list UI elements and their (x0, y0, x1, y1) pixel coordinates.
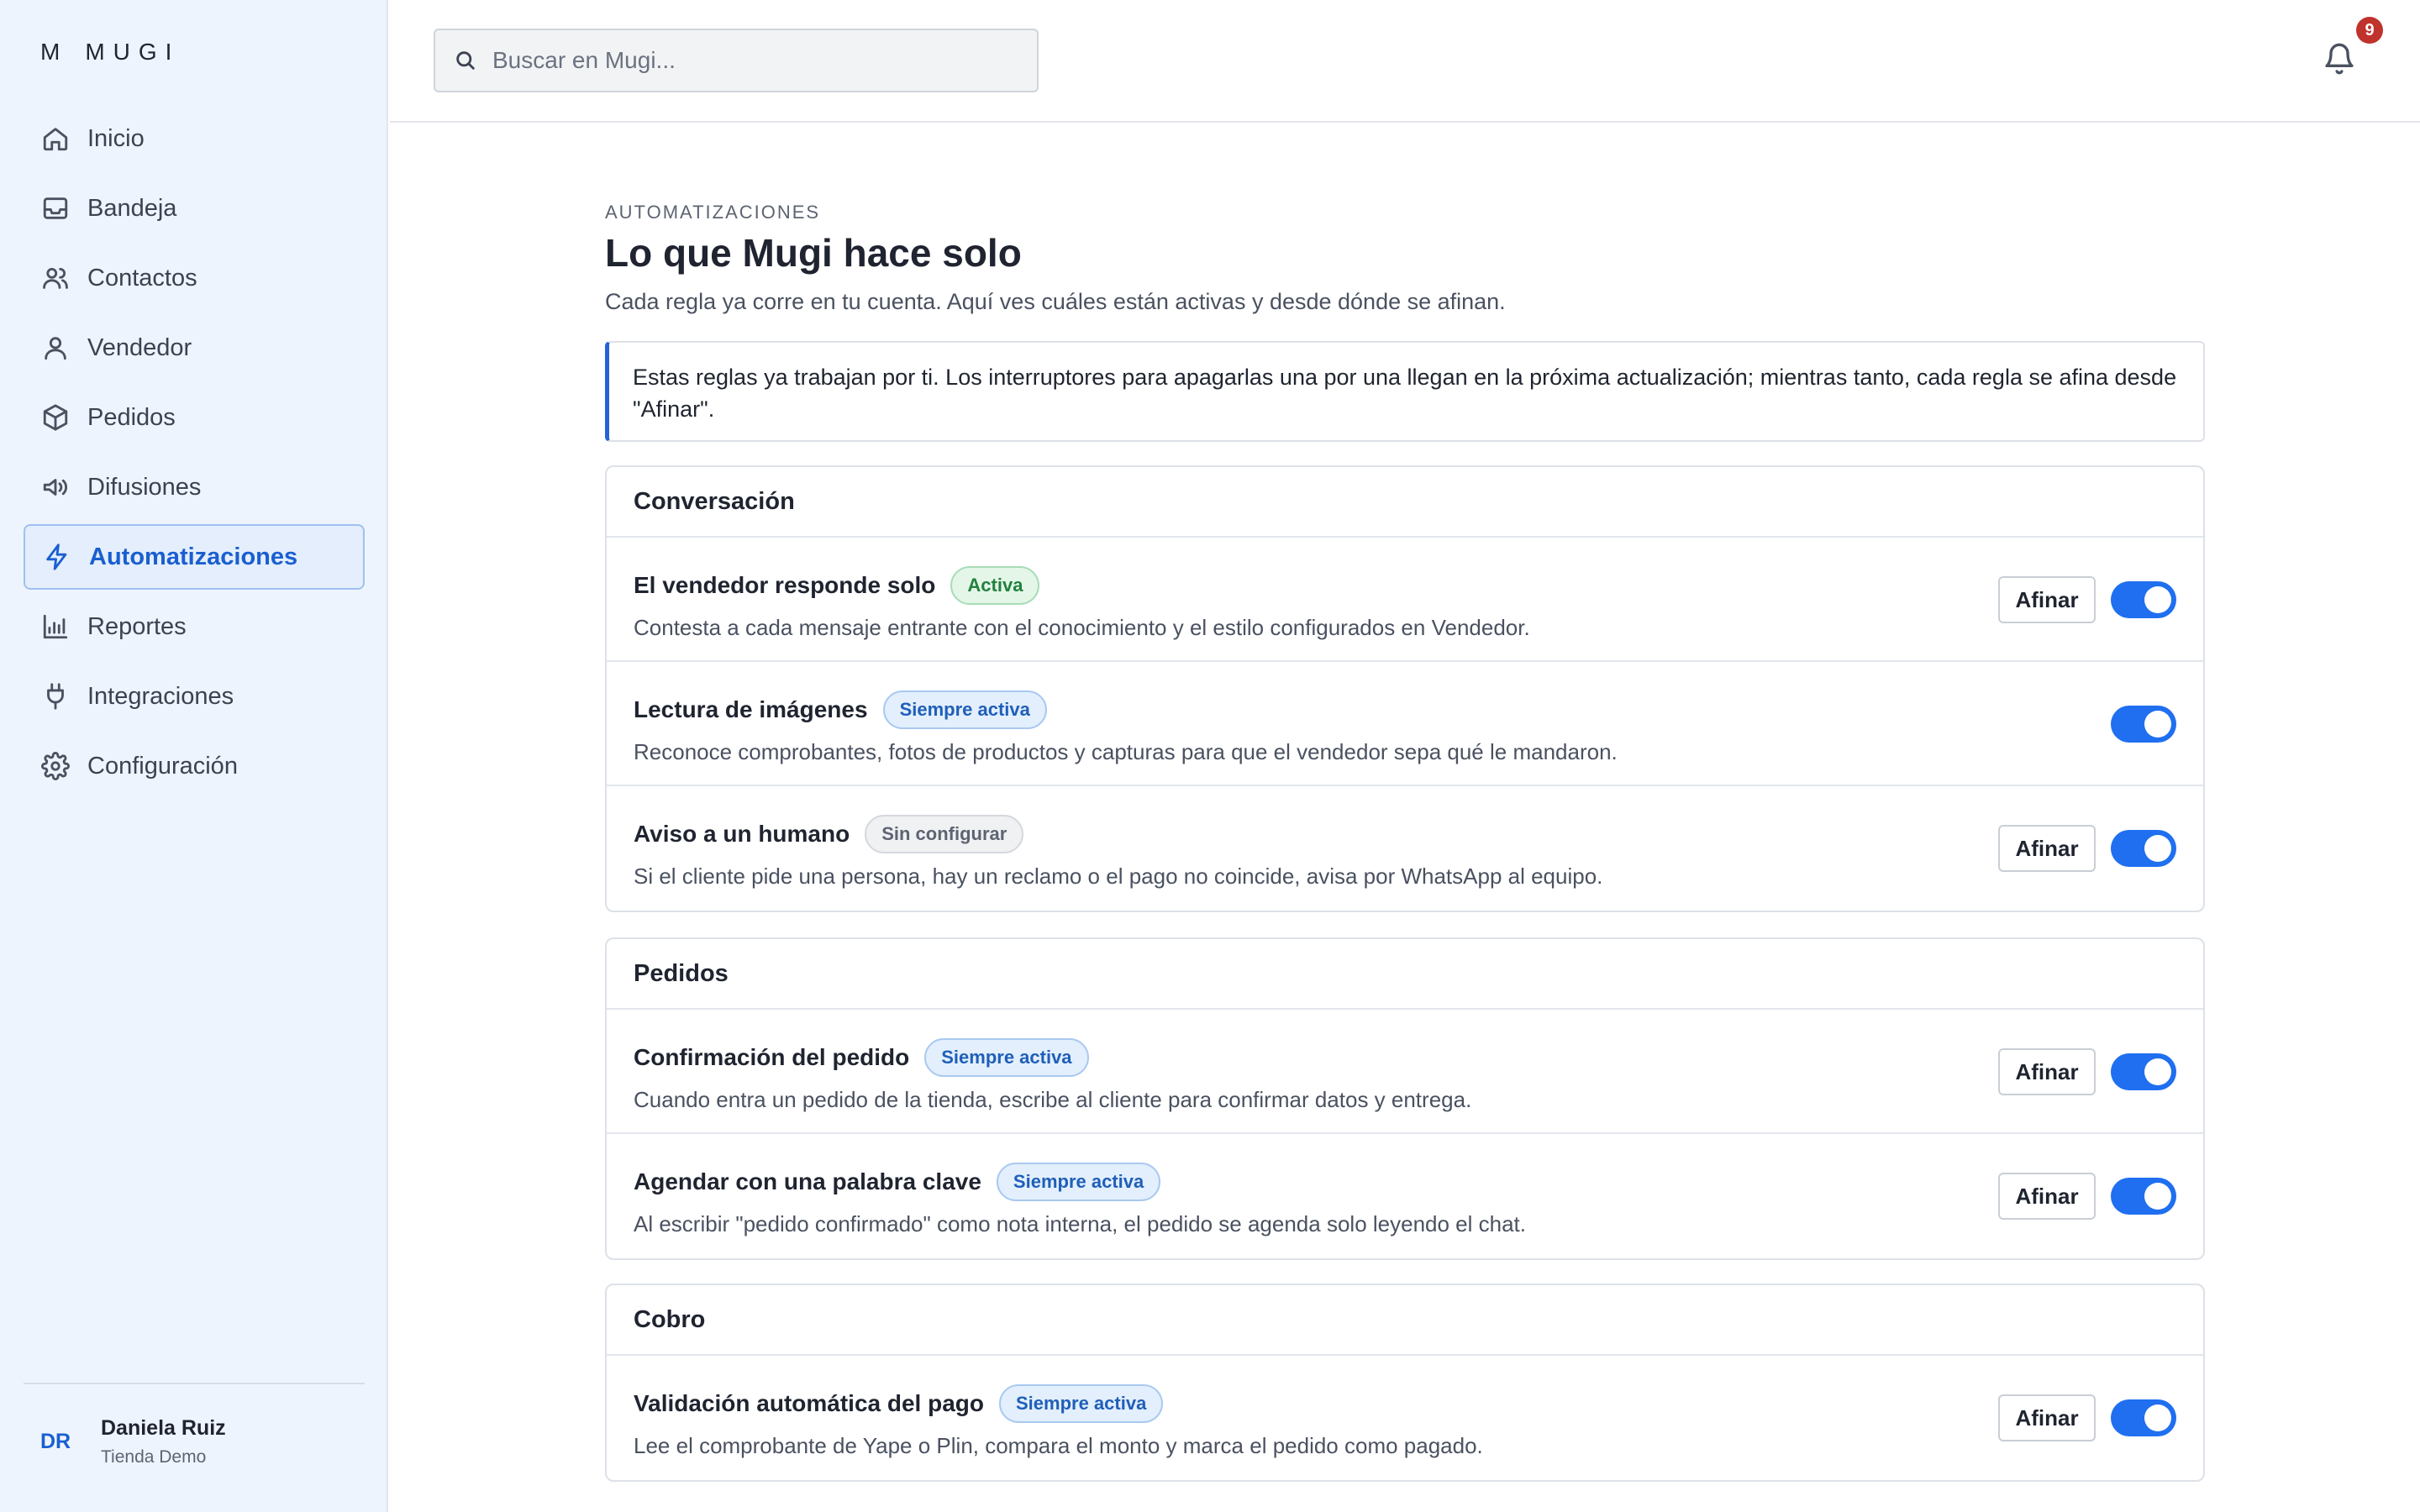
afinar-button[interactable]: Afinar (1998, 825, 2096, 872)
plug-icon (40, 681, 71, 711)
afinar-button[interactable]: Afinar (1998, 576, 2096, 623)
sidebar-item-inicio[interactable]: Inicio (24, 106, 365, 171)
rule-toggle[interactable] (2111, 1053, 2176, 1090)
section-title: Conversación (607, 467, 2203, 538)
sidebar-item-label: Bandeja (87, 194, 177, 222)
top-header: 9 (390, 0, 2420, 123)
rule-description: Reconoce comprobantes, fotos de producto… (634, 739, 1618, 764)
rule-row: Aviso a un humano Sin configurar Si el c… (607, 786, 2203, 911)
sidebar-item-label: Integraciones (87, 682, 234, 710)
rule-toggle[interactable] (2111, 581, 2176, 618)
brand-mark: M (40, 39, 60, 65)
bell-icon (2325, 43, 2354, 75)
section-title: Cobro (607, 1285, 2203, 1356)
rule-row: Confirmación del pedido Siempre activa C… (607, 1010, 2203, 1134)
rule-name: Validación automática del pago (634, 1390, 984, 1416)
rule-name: Confirmación del pedido (634, 1044, 910, 1070)
rule-row: Lectura de imágenes Siempre activa Recon… (607, 662, 2203, 786)
afinar-button[interactable]: Afinar (1998, 1394, 2096, 1441)
sidebar-item-configuracion[interactable]: Configuración (24, 733, 365, 799)
rule-name: El vendedor responde solo (634, 572, 936, 598)
sidebar-item-automatizaciones[interactable]: Automatizaciones (24, 524, 365, 590)
rule-description: Contesta a cada mensaje entrante con el … (634, 615, 1530, 640)
rule-name: Lectura de imágenes (634, 696, 868, 722)
sidebar-item-vendedor[interactable]: Vendedor (24, 315, 365, 381)
user-icon (40, 333, 71, 363)
rule-name: Aviso a un humano (634, 821, 850, 847)
sidebar-item-difusiones[interactable]: Difusiones (24, 454, 365, 520)
rule-row: Validación automática del pago Siempre a… (607, 1356, 2203, 1480)
sidebar-item-label: Automatizaciones (89, 543, 298, 570)
status-badge: Activa (950, 566, 1040, 605)
status-badge: Siempre activa (999, 1384, 1164, 1423)
user-shop: Tienda Demo (101, 1447, 207, 1467)
status-badge: Siempre activa (996, 1163, 1161, 1201)
sidebar-item-label: Contactos (87, 264, 197, 291)
rule-row: Agendar con una palabra clave Siempre ac… (607, 1134, 2203, 1258)
users-icon (40, 263, 71, 293)
afinar-button[interactable]: Afinar (1998, 1048, 2096, 1095)
notifications-button[interactable] (2323, 40, 2360, 81)
info-notice: Estas reglas ya trabajan por ti. Los int… (605, 341, 2205, 442)
gear-icon (40, 751, 71, 781)
rule-row: El vendedor responde solo Activa Contest… (607, 538, 2203, 662)
sidebar-item-reportes[interactable]: Reportes (24, 594, 365, 659)
page-title: Lo que Mugi hace solo (605, 231, 1022, 275)
user-profile[interactable]: DR Daniela Ruiz Tienda Demo (40, 1416, 226, 1467)
brand-logo[interactable]: M MUGI (40, 39, 180, 66)
section-cobro: Cobro Validación automática del pago Sie… (605, 1284, 2205, 1482)
sidebar-item-bandeja[interactable]: Bandeja (24, 176, 365, 241)
rule-description: Cuando entra un pedido de la tienda, esc… (634, 1087, 1472, 1112)
status-badge: Sin configurar (865, 815, 1024, 853)
sidebar-item-label: Configuración (87, 752, 238, 780)
section-conversacion: Conversación El vendedor responde solo A… (605, 465, 2205, 912)
inbox-icon (40, 193, 71, 223)
sidebar-item-label: Pedidos (87, 403, 176, 431)
section-title: Pedidos (607, 939, 2203, 1010)
search-icon (456, 51, 475, 70)
status-badge: Siempre activa (924, 1038, 1089, 1077)
sidebar-nav: Inicio Bandeja Contactos Vendedor Pedido… (24, 106, 365, 803)
afinar-button[interactable]: Afinar (1998, 1173, 2096, 1220)
page-subtitle: Cada regla ya corre en tu cuenta. Aquí v… (605, 289, 1506, 314)
rule-description: Lee el comprobante de Yape o Plin, compa… (634, 1433, 1483, 1458)
rule-description: Al escribir "pedido confirmado" como not… (634, 1211, 1527, 1236)
notification-badge: 9 (2356, 17, 2383, 44)
search-input[interactable] (492, 47, 1030, 74)
page-eyebrow: AUTOMATIZACIONES (605, 202, 821, 223)
home-icon (40, 123, 71, 154)
bar-chart-icon (40, 612, 71, 642)
rule-name: Agendar con una palabra clave (634, 1168, 981, 1194)
status-badge: Siempre activa (882, 690, 1047, 729)
box-icon (40, 402, 71, 433)
lightning-icon (42, 542, 72, 572)
user-name: Daniela Ruiz (101, 1416, 226, 1440)
sidebar: M MUGI Inicio Bandeja Contactos Vendedor… (0, 0, 388, 1512)
rule-toggle[interactable] (2111, 830, 2176, 867)
sidebar-item-label: Reportes (87, 612, 187, 640)
sidebar-item-pedidos[interactable]: Pedidos (24, 385, 365, 450)
sidebar-item-label: Inicio (87, 124, 145, 152)
sidebar-divider (24, 1383, 365, 1384)
rule-toggle[interactable] (2111, 706, 2176, 743)
rule-description: Si el cliente pide una persona, hay un r… (634, 864, 1603, 889)
avatar: DR (40, 1430, 71, 1453)
megaphone-icon (40, 472, 71, 502)
brand-name: MUGI (85, 39, 181, 65)
sidebar-item-label: Difusiones (87, 473, 202, 501)
sidebar-item-label: Vendedor (87, 333, 192, 361)
sidebar-item-integraciones[interactable]: Integraciones (24, 664, 365, 729)
rule-toggle[interactable] (2111, 1178, 2176, 1215)
section-pedidos: Pedidos Confirmación del pedido Siempre … (605, 937, 2205, 1260)
search-box[interactable] (434, 29, 1039, 92)
sidebar-item-contactos[interactable]: Contactos (24, 245, 365, 311)
rule-toggle[interactable] (2111, 1399, 2176, 1436)
